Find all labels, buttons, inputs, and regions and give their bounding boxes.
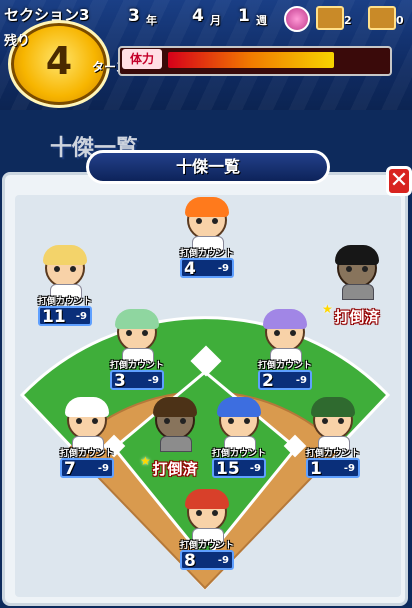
player-hair xyxy=(115,309,159,329)
player-eyes xyxy=(74,418,100,424)
defeat-count-max: -9 xyxy=(295,375,307,386)
player-hair xyxy=(263,309,307,329)
defeat-count-value: 7 xyxy=(64,459,76,479)
player-hair xyxy=(43,245,87,265)
defeat-count-box: 3 -9 xyxy=(110,370,164,391)
defeat-count-value: 1 xyxy=(310,459,322,479)
player-card[interactable]: 打倒カウント 2 -9 xyxy=(250,309,320,404)
player-hair xyxy=(185,489,229,509)
defeat-count-max: -9 xyxy=(97,463,109,474)
defeated-badge: 打倒済 xyxy=(152,460,198,478)
defeat-count-value: 2 xyxy=(262,371,274,391)
dialog-title-bar: 十傑一覧 xyxy=(86,150,330,184)
player-hair xyxy=(217,397,261,417)
player-card[interactable]: 打倒カウント 8 -9 xyxy=(172,489,242,584)
player-eyes xyxy=(194,218,220,224)
player-card[interactable]: 打倒カウント 11 -9 xyxy=(30,245,100,340)
player-eyes xyxy=(162,418,188,424)
player-eyes xyxy=(344,266,370,272)
defeat-count-box: 8 -9 xyxy=(180,550,234,571)
defeat-count-box: 15 -9 xyxy=(212,458,266,479)
defeat-count-value: 4 xyxy=(184,259,196,279)
player-card[interactable]: 打倒カウント 15 -9 xyxy=(204,397,274,492)
player-card[interactable]: 打倒カウント 3 -9 xyxy=(102,309,172,404)
player-eyes xyxy=(52,266,78,272)
defeat-count-max: -9 xyxy=(217,555,229,566)
defeat-count-box: 2 -9 xyxy=(258,370,312,391)
defeat-count-box: 4 -9 xyxy=(180,258,234,279)
defeat-count-max: -9 xyxy=(249,463,261,474)
dialog-title: 十傑一覧 xyxy=(175,157,240,176)
defeat-count-max: -9 xyxy=(75,311,87,322)
player-card[interactable]: ★ 打倒済 xyxy=(140,397,210,492)
player-eyes xyxy=(272,330,298,336)
defeat-count-value: 11 xyxy=(42,307,66,327)
defeat-count-box: 11 -9 xyxy=(38,306,92,327)
player-eyes xyxy=(124,330,150,336)
close-button[interactable]: ✕ xyxy=(386,166,412,196)
defeat-count-box: 1 -9 xyxy=(306,458,360,479)
defeat-count-value: 8 xyxy=(184,551,196,571)
player-card[interactable]: 打倒カウント 1 -9 xyxy=(298,397,368,492)
player-card[interactable]: ★ 打倒済 xyxy=(322,245,392,340)
defeat-count-box: 7 -9 xyxy=(60,458,114,479)
player-hair xyxy=(65,397,109,417)
player-eyes xyxy=(194,510,220,516)
defeated-badge: 打倒済 xyxy=(334,308,380,326)
defeat-count-value: 3 xyxy=(114,371,126,391)
player-hair xyxy=(153,397,197,417)
defeat-count-value: 15 xyxy=(216,459,240,479)
defeat-count-max: -9 xyxy=(147,375,159,386)
defeat-count-max: -9 xyxy=(217,263,229,274)
player-card[interactable]: 打倒カウント 7 -9 xyxy=(52,397,122,492)
player-body xyxy=(342,284,374,300)
player-eyes xyxy=(226,418,252,424)
player-hair xyxy=(335,245,379,265)
player-eyes xyxy=(320,418,346,424)
player-body xyxy=(160,436,192,452)
player-hair xyxy=(185,197,229,217)
defeat-count-max: -9 xyxy=(343,463,355,474)
player-hair xyxy=(311,397,355,417)
player-card[interactable]: 打倒カウント 4 -9 xyxy=(172,197,242,292)
